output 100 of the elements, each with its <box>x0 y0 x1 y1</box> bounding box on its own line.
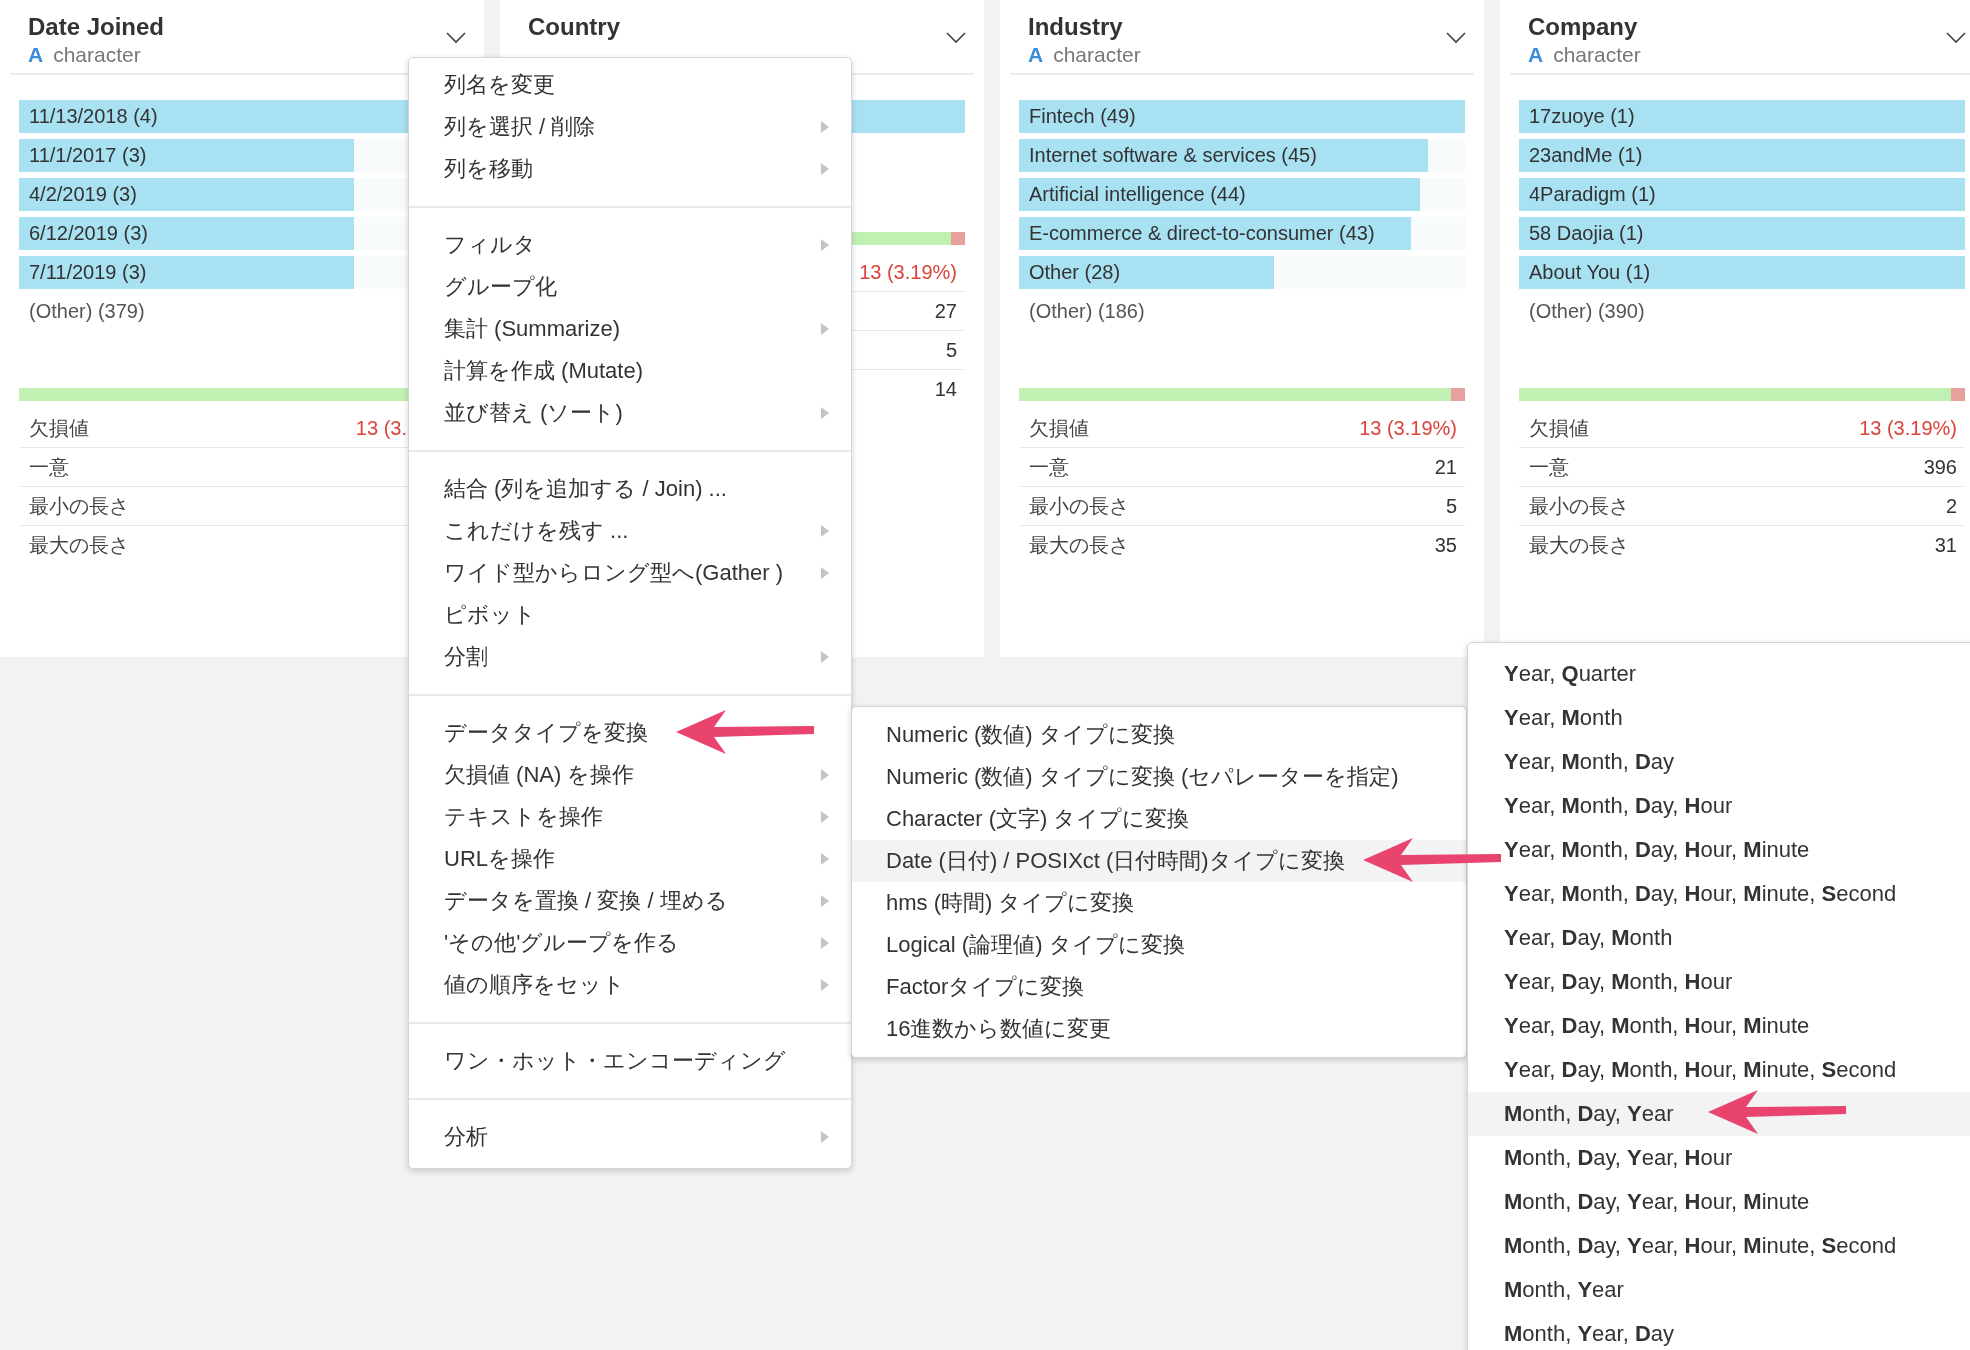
menu-item[interactable]: 計算を作成 (Mutate) <box>409 350 851 392</box>
menu-item[interactable]: フィルタ <box>409 224 851 266</box>
value-bar[interactable]: Internet software & services (45) <box>1019 139 1429 172</box>
column-type: character <box>1053 42 1141 68</box>
menu-item[interactable]: 結合 (列を追加する / Join) ... <box>409 468 851 510</box>
stat-label: 最大の長さ <box>1029 534 1129 556</box>
stat-label: 最小の長さ <box>1029 495 1129 517</box>
menu-item[interactable]: URLを操作 <box>409 838 851 880</box>
stat-label: 欠損値 <box>29 417 89 439</box>
stat-label: 欠損値 <box>1029 417 1089 439</box>
submenu-arrow-icon <box>821 937 829 949</box>
menu-item[interactable]: Month, Day, Year <box>1468 1092 1970 1136</box>
value-bar[interactable]: 7/11/2019 (3) <box>19 256 354 289</box>
menu-item[interactable]: Year, Month, Day, Hour, Minute <box>1468 828 1970 872</box>
stat-label: 最小の長さ <box>1529 495 1629 517</box>
stat-value: 35 <box>1434 533 1457 558</box>
submenu-arrow-icon <box>821 769 829 781</box>
stat-label: 一意 <box>1529 456 1569 478</box>
stat-value: 13 (3.19%) <box>1859 416 1957 441</box>
chevron-down-icon[interactable] <box>446 32 466 44</box>
chevron-down-icon[interactable] <box>1946 32 1966 44</box>
menu-item[interactable]: Year, Day, Month, Hour, Minute <box>1468 1004 1970 1048</box>
menu-item[interactable]: Logical (論理値) タイプに変換 <box>852 924 1466 966</box>
value-bar[interactable]: E-commerce & direct-to-consumer (43) <box>1019 217 1411 250</box>
column-title: Industry <box>1028 12 1124 42</box>
menu-item[interactable]: hms (時間) タイプに変換 <box>852 882 1466 924</box>
value-bar[interactable]: 4/2/2019 (3) <box>19 178 354 211</box>
menu-item[interactable]: Year, Month <box>1468 696 1970 740</box>
menu-item[interactable]: 16進数から数値に変更 <box>852 1008 1466 1050</box>
column-title: Company <box>1528 12 1639 42</box>
menu-item[interactable]: Numeric (数値) タイプに変換 <box>852 714 1466 756</box>
value-bar[interactable]: 23andMe (1) <box>1519 139 1965 172</box>
menu-item[interactable]: ワン・ホット・エンコーディング <box>409 1040 851 1082</box>
value-bar[interactable]: 17zuoye (1) <box>1519 100 1965 133</box>
chevron-down-icon[interactable] <box>946 32 966 44</box>
menu-item[interactable]: 列を移動 <box>409 148 851 190</box>
menu-item[interactable]: データを置換 / 変換 / 埋める <box>409 880 851 922</box>
value-bar[interactable]: 4Paradigm (1) <box>1519 178 1965 211</box>
menu-item[interactable]: Factorタイプに変換 <box>852 966 1466 1008</box>
type-icon: A <box>1528 42 1544 68</box>
column-type: character <box>53 42 141 68</box>
stat-label: 最大の長さ <box>1529 534 1629 556</box>
menu-item[interactable]: Year, Day, Month, Hour, Minute, Second <box>1468 1048 1970 1092</box>
menu-item[interactable]: 並び替え (ソート) <box>409 392 851 434</box>
menu-item[interactable]: グループ化 <box>409 266 851 308</box>
menu-item[interactable]: Character (文字) タイプに変換 <box>852 798 1466 840</box>
menu-item[interactable]: Year, Month, Day, Hour, Minute, Second <box>1468 872 1970 916</box>
stat-label: 欠損値 <box>1529 417 1589 439</box>
value-bar[interactable]: Fintech (49) <box>1019 100 1465 133</box>
other-count: (Other) (390) <box>1529 300 1645 322</box>
menu-item[interactable]: Numeric (数値) タイプに変換 (セパレーターを指定) <box>852 756 1466 798</box>
menu-item[interactable]: これだけを残す ... <box>409 510 851 552</box>
stat-value: 2 <box>1945 494 1957 519</box>
menu-item[interactable]: ピボット <box>409 594 851 636</box>
menu-item[interactable]: 分割 <box>409 636 851 678</box>
menu-item[interactable]: 'その他'グループを作る <box>409 922 851 964</box>
value-bar[interactable]: 6/12/2019 (3) <box>19 217 354 250</box>
submenu-arrow-icon <box>821 567 829 579</box>
stat-value: 396 <box>1923 455 1957 480</box>
stat-value: 5 <box>945 338 957 363</box>
menu-item[interactable]: テキストを操作 <box>409 796 851 838</box>
menu-item[interactable]: ワイド型からロング型へ(Gather ) <box>409 552 851 594</box>
value-bar[interactable]: Other (28) <box>1019 256 1274 289</box>
other-count: (Other) (186) <box>1029 300 1145 322</box>
stat-value: 5 <box>1445 494 1457 519</box>
menu-item[interactable]: Month, Year <box>1468 1268 1970 1312</box>
stat-value: 13 (3.19%) <box>1359 416 1457 441</box>
menu-item[interactable]: Year, Month, Day <box>1468 740 1970 784</box>
stat-value: 21 <box>1434 455 1457 480</box>
value-bar[interactable]: Artificial intelligence (44) <box>1019 178 1420 211</box>
stat-label: 一意 <box>1029 456 1069 478</box>
column-title: Country <box>528 12 620 42</box>
menu-item[interactable]: Year, Quarter <box>1468 652 1970 696</box>
submenu-arrow-icon <box>821 239 829 251</box>
menu-item[interactable]: Month, Day, Year, Hour, Minute, Second <box>1468 1224 1970 1268</box>
menu-item[interactable]: データタイプを変換 <box>409 712 851 754</box>
chevron-down-icon[interactable] <box>1446 32 1466 44</box>
stat-value: 13 (3. <box>355 416 408 441</box>
value-bar[interactable]: 11/1/2017 (3) <box>19 139 354 172</box>
menu-item[interactable]: Year, Day, Month, Hour <box>1468 960 1970 1004</box>
menu-item[interactable]: Year, Month, Day, Hour <box>1468 784 1970 828</box>
type-icon: A <box>1028 42 1044 68</box>
menu-item[interactable]: Month, Year, Day <box>1468 1312 1970 1350</box>
value-bar[interactable]: About You (1) <box>1519 256 1965 289</box>
stat-label: 最大の長さ <box>29 534 129 556</box>
stat-value: 13 (3.19%) <box>859 260 957 285</box>
menu-item[interactable]: 欠損値 (NA) を操作 <box>409 754 851 796</box>
submenu-arrow-icon <box>821 651 829 663</box>
value-bar[interactable]: 58 Daojia (1) <box>1519 217 1965 250</box>
menu-item[interactable]: 値の順序をセット <box>409 964 851 1006</box>
menu-item[interactable]: Month, Day, Year, Hour, Minute <box>1468 1180 1970 1224</box>
submenu-arrow-icon <box>821 1131 829 1143</box>
submenu-arrow-icon <box>821 163 829 175</box>
menu-item[interactable]: 分析 <box>409 1116 851 1158</box>
stat-value: 27 <box>934 299 957 324</box>
menu-item[interactable]: Month, Day, Year, Hour <box>1468 1136 1970 1180</box>
menu-item[interactable]: Date (日付) / POSIXct (日付時間)タイプに変換 <box>852 840 1466 882</box>
menu-item[interactable]: Year, Day, Month <box>1468 916 1970 960</box>
menu-item[interactable]: 集計 (Summarize) <box>409 308 851 350</box>
column-title: Date Joined <box>28 12 165 42</box>
